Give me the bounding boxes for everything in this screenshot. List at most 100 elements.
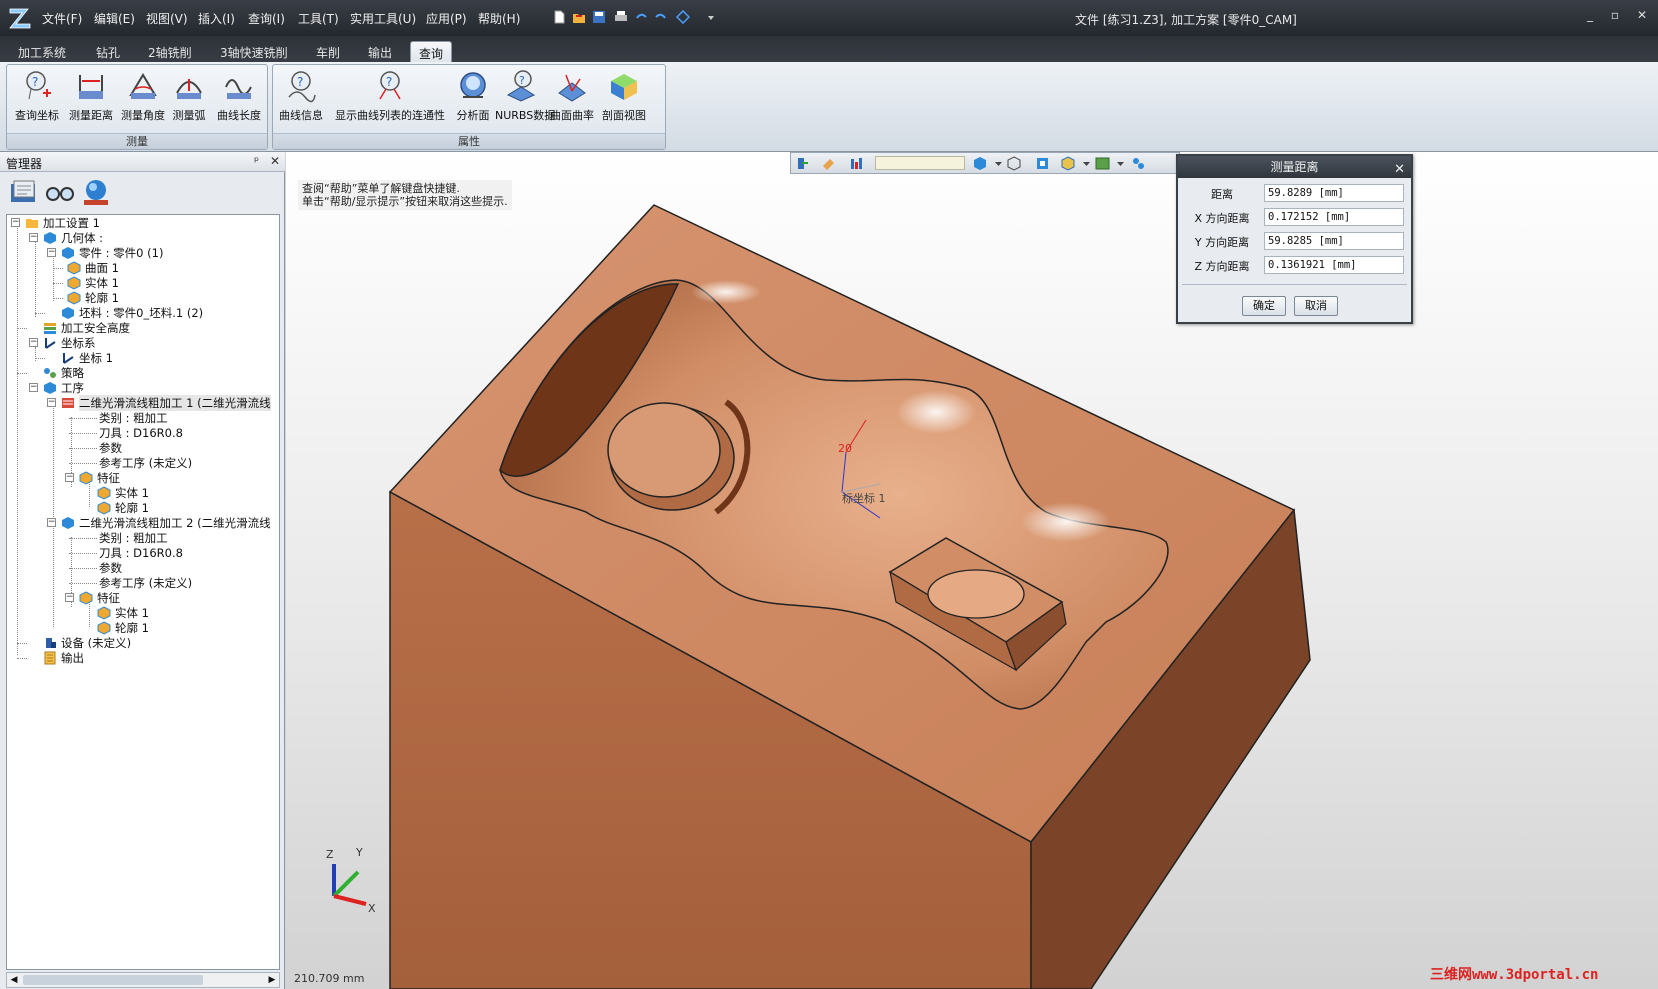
pin-icon[interactable]: ᵖ <box>254 154 259 168</box>
tree-label: 参数 <box>99 441 122 455</box>
layer-manager-icon[interactable] <box>1131 156 1146 171</box>
collapse-toggle[interactable]: − <box>11 218 20 227</box>
dropdown-arrow-icon[interactable] <box>1113 156 1128 171</box>
history-manager-icon[interactable] <box>8 176 40 208</box>
tree-label: 实体 1 <box>115 486 149 500</box>
surface-curvature-button[interactable]: 曲面曲率 <box>547 67 597 133</box>
menu-apps[interactable]: 应用(P) <box>426 10 467 27</box>
menu-tools[interactable]: 工具(T) <box>298 10 339 27</box>
dialog-title-bar[interactable]: 测量距离 ✕ <box>1178 156 1411 178</box>
menu-query[interactable]: 查询(I) <box>248 10 285 27</box>
collapse-toggle[interactable]: − <box>47 248 56 257</box>
save-icon[interactable] <box>592 10 606 24</box>
globe-cam-icon[interactable] <box>80 176 112 208</box>
curve-list-connectivity-button[interactable]: ? 显示曲线列表的连通性 <box>329 67 451 133</box>
svg-text:?: ? <box>297 75 303 89</box>
undo-icon[interactable] <box>634 10 648 24</box>
tab-output[interactable]: 输出 <box>360 41 400 62</box>
collapse-toggle[interactable]: − <box>29 383 38 392</box>
cancel-button[interactable]: 取消 <box>1294 296 1338 316</box>
measure-group: ? 查询坐标 测量距离 测量角度 测量弧 曲线长度 测量 <box>6 64 268 150</box>
close-window-button[interactable]: ✕ <box>1632 8 1652 26</box>
redo-icon[interactable] <box>654 10 668 24</box>
analyze-face-button[interactable]: 分析面 <box>453 67 493 133</box>
collapse-toggle[interactable]: − <box>47 398 56 407</box>
measure-distance-button[interactable]: 测量距离 <box>65 67 117 133</box>
tree-horizontal-scrollbar[interactable]: ◀ ▶ <box>6 972 280 988</box>
collapse-toggle[interactable]: − <box>65 473 74 482</box>
tab-3axis-milling[interactable]: 3轴快速铣削 <box>212 41 296 62</box>
minimize-button[interactable]: _ <box>1580 8 1600 26</box>
zw-logo-icon[interactable] <box>6 4 34 32</box>
csys-label: 标坐标 1 <box>842 491 886 505</box>
new-file-icon[interactable] <box>552 10 566 24</box>
dropdown-arrow-icon[interactable] <box>991 156 1006 171</box>
menu-view[interactable]: 视图(V) <box>146 10 188 27</box>
exit-icon[interactable] <box>795 156 810 171</box>
scroll-left-arrow[interactable]: ◀ <box>7 973 21 987</box>
distance-value[interactable]: 59.8289 [mm] <box>1264 184 1404 202</box>
graphics-viewport[interactable]: 20 标坐标 1 Z Y X 查阅“帮助”菜单了解键盘快捷键. 单击“帮助/显示… <box>286 152 1658 989</box>
collapse-toggle[interactable]: − <box>29 338 38 347</box>
close-panel-icon[interactable]: ✕ <box>270 154 280 168</box>
tree-label: 坐标系 <box>61 336 96 350</box>
distance-row: 距离 59.8289 [mm] <box>1182 182 1407 204</box>
open-file-icon[interactable] <box>572 10 586 24</box>
tree-node-operation-2[interactable]: − 二维光滑流线粗加工 2 (二维光滑流线 <box>47 515 279 531</box>
menu-file[interactable]: 文件(F) <box>42 10 82 27</box>
tab-drilling[interactable]: 钻孔 <box>88 41 128 62</box>
measure-angle-button[interactable]: 测量角度 <box>117 67 169 133</box>
collapse-toggle[interactable]: − <box>65 593 74 602</box>
y-distance-value[interactable]: 59.8285 [mm] <box>1264 232 1404 250</box>
section-view-label: 剖面视图 <box>602 109 646 122</box>
view-filter-field[interactable] <box>875 156 965 170</box>
menu-insert[interactable]: 插入(I) <box>198 10 235 27</box>
menu-help[interactable]: 帮助(H) <box>478 10 520 27</box>
ok-button[interactable]: 确定 <box>1242 296 1286 316</box>
y-distance-label: Y 方向距离 <box>1194 236 1250 249</box>
curve-length-button[interactable]: 曲线长度 <box>213 67 265 133</box>
tab-2axis-milling[interactable]: 2轴铣削 <box>140 41 200 62</box>
view-orient-icon[interactable] <box>1035 156 1050 171</box>
section-view-button[interactable]: 剖面视图 <box>597 67 651 133</box>
geometry-cube-icon <box>44 232 56 244</box>
print-icon[interactable] <box>614 10 628 24</box>
dialog-close-icon[interactable]: ✕ <box>1394 159 1405 181</box>
tab-query[interactable]: 查询 <box>410 41 453 62</box>
manager-header: 管理器 ᵖ ✕ <box>0 152 285 172</box>
filter-icon[interactable] <box>849 156 864 171</box>
tree-label: 特征 <box>97 591 120 605</box>
view-glasses-icon[interactable] <box>44 176 76 208</box>
wireframe-cube-icon[interactable] <box>1007 156 1022 171</box>
measure-arc-button[interactable]: 测量弧 <box>167 67 211 133</box>
tab-turning[interactable]: 车削 <box>308 41 348 62</box>
scroll-thumb[interactable] <box>23 975 203 985</box>
display-settings-icon[interactable] <box>1095 156 1110 171</box>
dropdown-arrow-icon[interactable] <box>1079 156 1094 171</box>
eraser-icon[interactable] <box>821 156 836 171</box>
stock-cube-icon <box>62 307 74 319</box>
tree-label: 参考工序 (未定义) <box>99 456 193 470</box>
collapse-toggle[interactable]: − <box>29 233 38 242</box>
curve-info-label: 曲线信息 <box>279 109 323 122</box>
curve-info-button[interactable]: ? 曲线信息 <box>275 67 327 133</box>
maximize-button[interactable]: ▫ <box>1605 8 1625 26</box>
mold-block-model[interactable]: 20 标坐标 1 Z Y X <box>286 152 1658 989</box>
attribute-group: ? 曲线信息 ? 显示曲线列表的连通性 分析面 ? NURBS数据 曲面曲率 剖… <box>272 64 666 150</box>
shaded-cube-icon[interactable] <box>973 156 988 171</box>
menu-utilities[interactable]: 实用工具(U) <box>350 10 416 27</box>
scroll-right-arrow[interactable]: ▶ <box>265 973 279 987</box>
menu-edit[interactable]: 编辑(E) <box>94 10 135 27</box>
tab-machining-system[interactable]: 加工系统 <box>10 41 74 62</box>
query-coordinate-button[interactable]: ? 查询坐标 <box>11 67 63 133</box>
nurbs-data-button[interactable]: ? NURBS数据 <box>495 67 555 133</box>
z-distance-value[interactable]: 0.1361921 [mm] <box>1264 256 1404 274</box>
customize-dropdown-icon[interactable] <box>704 10 718 24</box>
feature-icon <box>97 621 111 635</box>
tree-label: 几何体 : <box>61 231 104 245</box>
tree-node-operation-1[interactable]: − 二维光滑流线粗加工 1 (二维光滑流线 <box>47 395 279 411</box>
render-mode-icon[interactable] <box>1061 156 1076 171</box>
select-filter-icon[interactable] <box>676 10 690 24</box>
x-distance-value[interactable]: 0.172152 [mm] <box>1264 208 1404 226</box>
collapse-toggle[interactable]: − <box>47 518 56 527</box>
